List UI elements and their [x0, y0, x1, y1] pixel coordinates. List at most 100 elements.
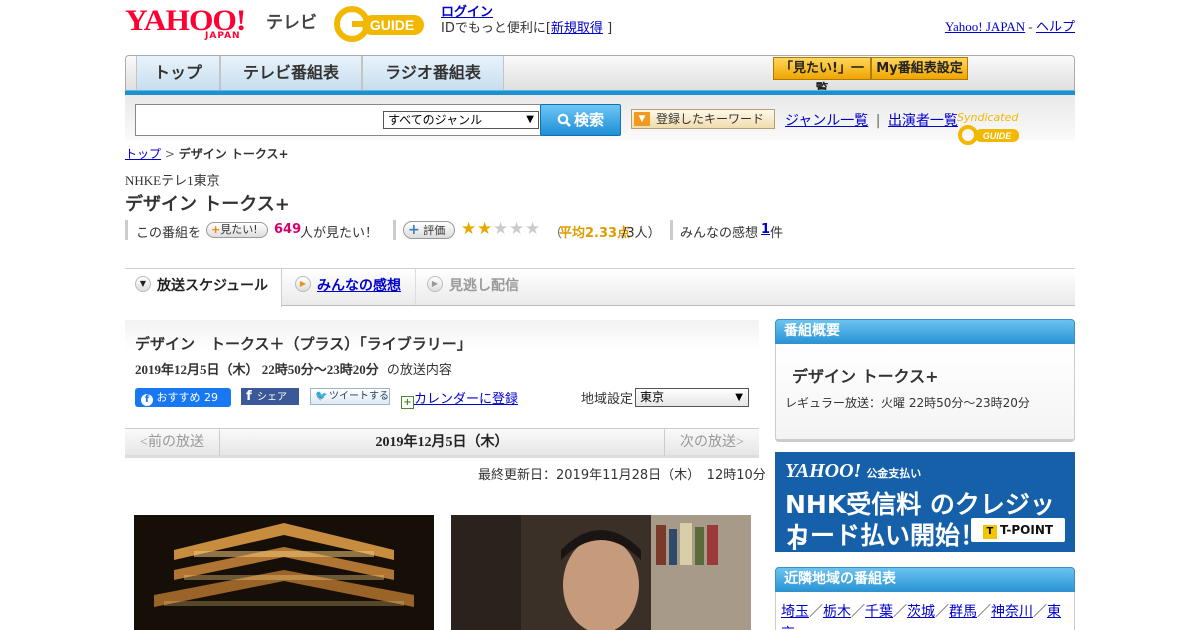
tab-impressions-label[interactable]: みんなの感想	[317, 278, 401, 294]
yahoo-japan-link[interactable]: Yahoo! JAPAN	[945, 19, 1025, 34]
rating-people: /3人）	[622, 226, 661, 241]
login-box: ログイン IDでもっと便利に[新規取得 ]	[441, 5, 612, 37]
banner-yahoo-text: YAHOO!	[785, 460, 862, 482]
nearby-region-link[interactable]: 神奈川	[991, 604, 1033, 620]
dropdown-arrow-icon: ▼	[634, 112, 650, 126]
last-updated: 最終更新日：2019年11月28日（木） 12時10分	[478, 468, 766, 483]
banner-yahoo-logo: YAHOO! 公金支払い	[785, 460, 921, 483]
nav-tab-tv-schedule[interactable]: テレビ番組表	[220, 56, 362, 91]
calendar-register[interactable]: + カレンダーに登録	[401, 388, 518, 409]
nav-tab-radio-schedule[interactable]: ラジオ番組表	[362, 56, 504, 91]
my-schedule-settings-button[interactable]: My番組表設定	[871, 57, 968, 80]
impressions-label: みんなの感想	[680, 226, 759, 241]
program-tabs: ▼ 放送スケジュール ▶ みんなの感想 ▶ 見逃し配信	[125, 268, 1075, 307]
star-empty-icon: ★	[493, 219, 509, 239]
login-link[interactable]: ログイン	[441, 5, 493, 20]
gguide-small-logo: GUIDE	[958, 125, 1019, 145]
want-button-label: 見たい!	[220, 223, 258, 236]
breadcrumb-top-link[interactable]: トップ	[125, 147, 161, 161]
gguide-logo[interactable]: GUIDE	[334, 6, 432, 42]
tpoint-logo: T T-POINT	[971, 518, 1065, 542]
chevron-down-icon: ▼	[526, 114, 534, 125]
facebook-recommend-button[interactable]: f おすすめ 29	[135, 388, 231, 407]
program-overview-box: デザイン トークス+ レギュラー放送：火曜 22時50分～23時20分	[775, 344, 1075, 442]
nearby-region-link[interactable]: 栃木	[823, 604, 851, 620]
episode-photo-guest	[451, 515, 751, 630]
search-icon	[557, 113, 571, 127]
nearby-region-link[interactable]: 群馬	[949, 604, 977, 620]
region-select-value: 東京	[640, 390, 665, 404]
facebook-icon: f	[246, 389, 252, 404]
next-broadcast-link[interactable]: 次の放送>	[664, 429, 759, 456]
want-to-watch-button[interactable]: +見たい!	[206, 222, 268, 238]
breadcrumb-current: デザイン トークス+	[178, 147, 289, 161]
yahoo-japan-logo-subtext: JAPAN	[205, 31, 241, 41]
play-arrow-icon: ▶	[295, 276, 311, 292]
search-band: すべてのジャンル ▼ 検索 ▼ 登録したキーワード ジャンル一覧 | 出演者一覧…	[125, 95, 1075, 145]
search-links: ジャンル一覧 | 出演者一覧	[785, 110, 958, 130]
tab-schedule[interactable]: ▼ 放送スケジュール	[125, 269, 282, 307]
play-arrow-icon: ▶	[427, 276, 443, 292]
share-row: f おすすめ 29 f シェア 🐦 ツイートする + カレンダーに登録 地域設定 東…	[135, 388, 755, 409]
rate-button[interactable]: + 評価	[403, 221, 455, 239]
registered-keyword-label: 登録したキーワード	[656, 112, 765, 126]
rate-button-label: 評価	[423, 224, 446, 237]
search-link-divider: |	[875, 113, 881, 129]
chevron-down-icon: ▼	[735, 392, 743, 403]
plus-icon: +	[408, 222, 420, 238]
genre-select[interactable]: すべてのジャンル ▼	[383, 111, 539, 129]
nearby-region-separator: ／	[809, 604, 823, 620]
mitai-list-button[interactable]: 「見たい!」一覧	[773, 57, 871, 97]
nearby-region-separator: ／	[935, 604, 949, 620]
calendar-register-link[interactable]: カレンダーに登録	[414, 392, 518, 407]
help-link[interactable]: ヘルプ	[1036, 19, 1075, 34]
nav-tab-top[interactable]: トップ	[136, 56, 220, 91]
tab-schedule-label: 放送スケジュール	[157, 278, 269, 294]
impressions-count-link[interactable]: 1	[761, 222, 770, 237]
nearby-region-link[interactable]: 千葉	[865, 604, 893, 620]
banner-headline-line2: カード払い開始！	[785, 521, 986, 550]
svg-text:GUIDE: GUIDE	[983, 131, 1013, 141]
star-empty-icon: ★	[525, 219, 541, 239]
prev-broadcast-link[interactable]: <前の放送	[125, 429, 220, 456]
nearby-region-link[interactable]: 埼玉	[781, 604, 809, 620]
page-title: デザイン トークス+	[125, 194, 290, 215]
facebook-share-button[interactable]: f シェア	[241, 388, 299, 405]
search-button[interactable]: 検索	[540, 104, 621, 136]
login-prompt-close: ]	[607, 21, 613, 36]
episode-title: デザイン トークス＋（プラス）「ライブラリー」	[135, 335, 472, 353]
program-meta-row: この番組を +見たい! 649 人が見たい！ + 評価 ★ ★ ★ ★ ★ （ 平均2.…	[125, 219, 1075, 242]
meta-divider	[393, 220, 396, 240]
meta-divider	[670, 220, 673, 240]
overview-program-title: デザイン トークス+	[792, 367, 939, 386]
overview-regular-schedule: レギュラー放送：火曜 22時50分～23時20分	[785, 396, 1030, 410]
tv-logo-text[interactable]: テレビ	[266, 8, 317, 33]
rating-stars: ★ ★ ★ ★ ★	[461, 219, 545, 240]
nearby-region-link[interactable]: 茨城	[907, 604, 935, 620]
banner-payment-label: 公金支払い	[866, 467, 922, 480]
registered-keyword-button[interactable]: ▼ 登録したキーワード	[631, 109, 775, 129]
nearby-region-separator: ／	[977, 604, 991, 620]
tweet-button[interactable]: 🐦 ツイートする	[310, 388, 390, 405]
current-broadcast-date: 2019年12月5日（木）	[375, 435, 509, 450]
want-suffix: 人が見たい！	[300, 226, 379, 241]
rating-average: 平均2.33点	[559, 226, 631, 241]
genre-select-value: すべてのジャンル	[388, 113, 483, 127]
region-select[interactable]: 東京 ▼	[635, 388, 749, 407]
signup-link[interactable]: 新規取得	[551, 21, 603, 36]
nearby-region-separator: ／	[1033, 604, 1047, 620]
main-nav: トップ テレビ番組表 ラジオ番組表 「見たい!」一覧 My番組表設定	[125, 55, 1075, 97]
syndicated-gguide-logo: Syndicated GUIDE	[957, 111, 1075, 146]
login-prompt: IDでもっと便利に[	[441, 21, 551, 36]
facebook-share-label: シェア	[257, 392, 287, 403]
tab-impressions[interactable]: ▶ みんなの感想	[283, 269, 416, 305]
genre-list-link[interactable]: ジャンル一覧	[785, 113, 868, 129]
nhk-credit-banner[interactable]: YAHOO! 公金支払い NHK受信料 のクレジット カード払い開始！ T T-P…	[775, 452, 1075, 555]
search-button-label: 検索	[573, 111, 604, 129]
breadcrumb-separator: >	[164, 147, 175, 161]
performer-list-link[interactable]: 出演者一覧	[888, 113, 958, 129]
plus-icon: +	[211, 223, 221, 236]
tab-missed-streaming[interactable]: ▶ 見逃し配信	[417, 269, 547, 305]
want-prefix: この番組を	[136, 226, 202, 241]
tpoint-label: T-POINT	[999, 523, 1054, 537]
